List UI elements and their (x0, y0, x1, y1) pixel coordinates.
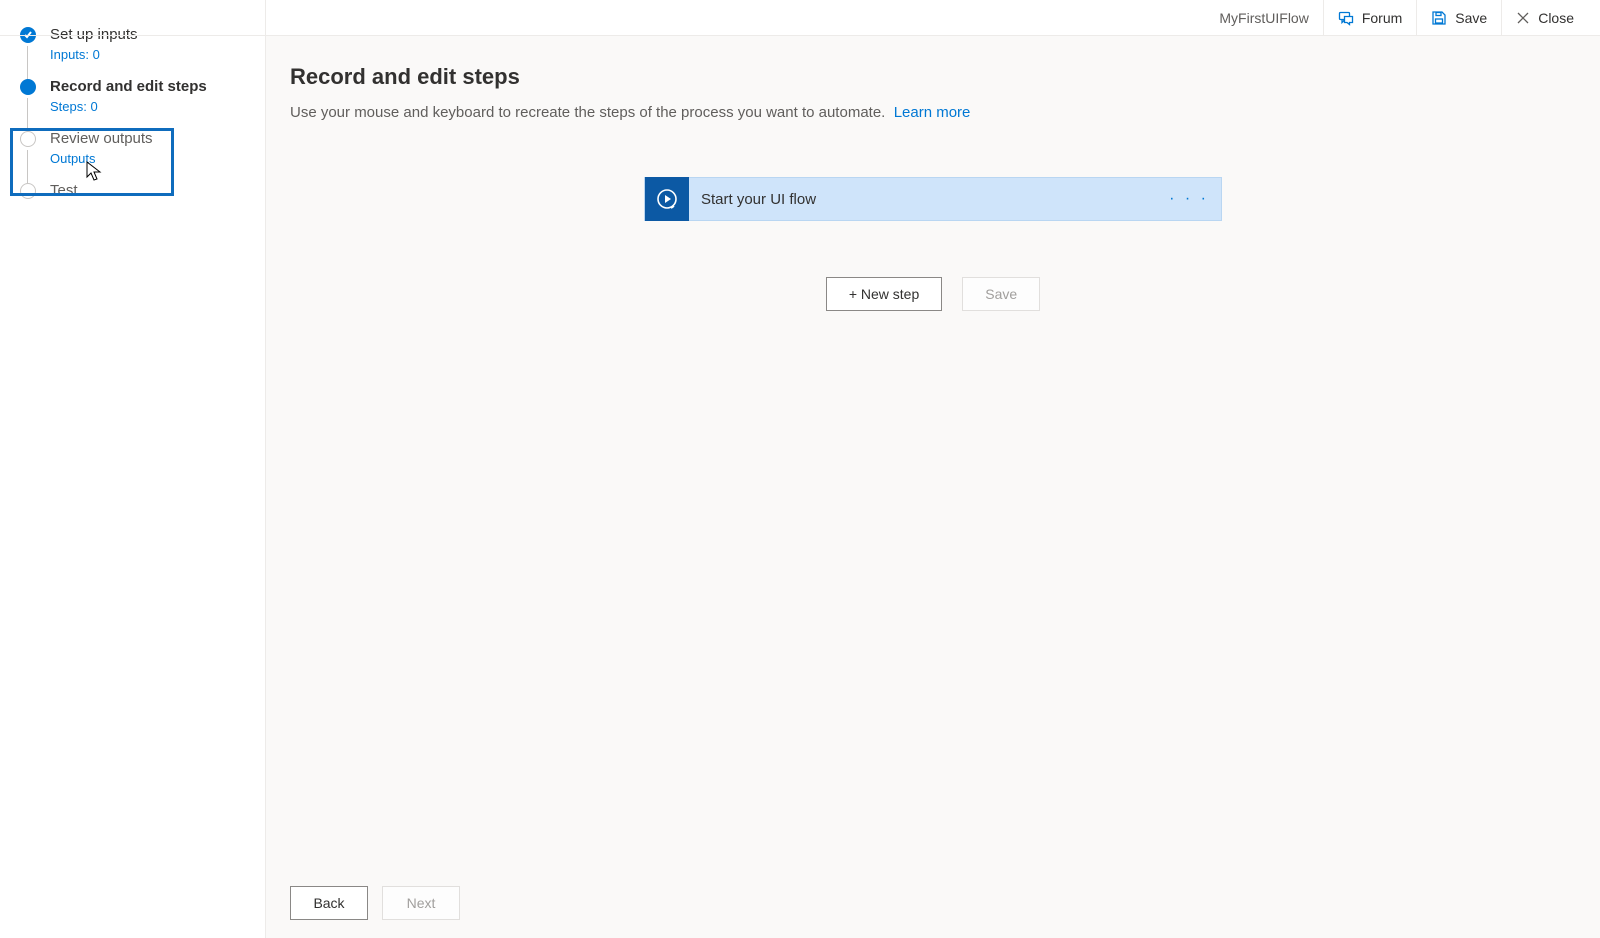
forum-label: Forum (1362, 10, 1402, 26)
wizard-step-record[interactable]: Record and edit steps Steps: 0 (18, 76, 265, 128)
flow-card-title: Start your UI flow (689, 191, 816, 208)
tutorial-highlight (10, 128, 174, 196)
wizard-step-sub: Steps: 0 (50, 99, 255, 114)
close-label: Close (1538, 10, 1574, 26)
page-description: Use your mouse and keyboard to recreate … (290, 104, 1576, 121)
wizard-step-sub: Inputs: 0 (50, 47, 255, 62)
wizard-footer: Back Next (266, 866, 1600, 938)
top-command-bar: MyFirstUIFlow Forum Save Close (0, 0, 1600, 36)
new-step-button[interactable]: + New step (826, 277, 942, 311)
current-step-icon (20, 79, 36, 95)
main-content: Record and edit steps Use your mouse and… (266, 36, 1600, 938)
flow-name-label: MyFirstUIFlow (1205, 10, 1322, 26)
wizard-step-title: Record and edit steps (50, 78, 255, 95)
learn-more-link[interactable]: Learn more (894, 104, 971, 121)
close-icon (1516, 11, 1530, 25)
save-icon (1431, 10, 1447, 26)
forum-button[interactable]: Forum (1323, 0, 1416, 36)
flow-canvas: Start your UI flow · · · + New step Save (290, 177, 1576, 311)
save-label: Save (1455, 10, 1487, 26)
play-record-icon (645, 177, 689, 221)
back-button[interactable]: Back (290, 886, 368, 920)
save-button[interactable]: Save (1416, 0, 1501, 36)
close-button[interactable]: Close (1501, 0, 1588, 36)
canvas-save-button[interactable]: Save (962, 277, 1040, 311)
canvas-actions: + New step Save (826, 277, 1040, 311)
wizard-sidebar: Set up inputs Inputs: 0 Record and edit … (0, 0, 266, 938)
flow-start-card[interactable]: Start your UI flow · · · (644, 177, 1222, 221)
card-more-menu[interactable]: · · · (1169, 190, 1209, 208)
forum-icon (1338, 10, 1354, 26)
next-button[interactable]: Next (382, 886, 460, 920)
page-title: Record and edit steps (290, 64, 1576, 90)
